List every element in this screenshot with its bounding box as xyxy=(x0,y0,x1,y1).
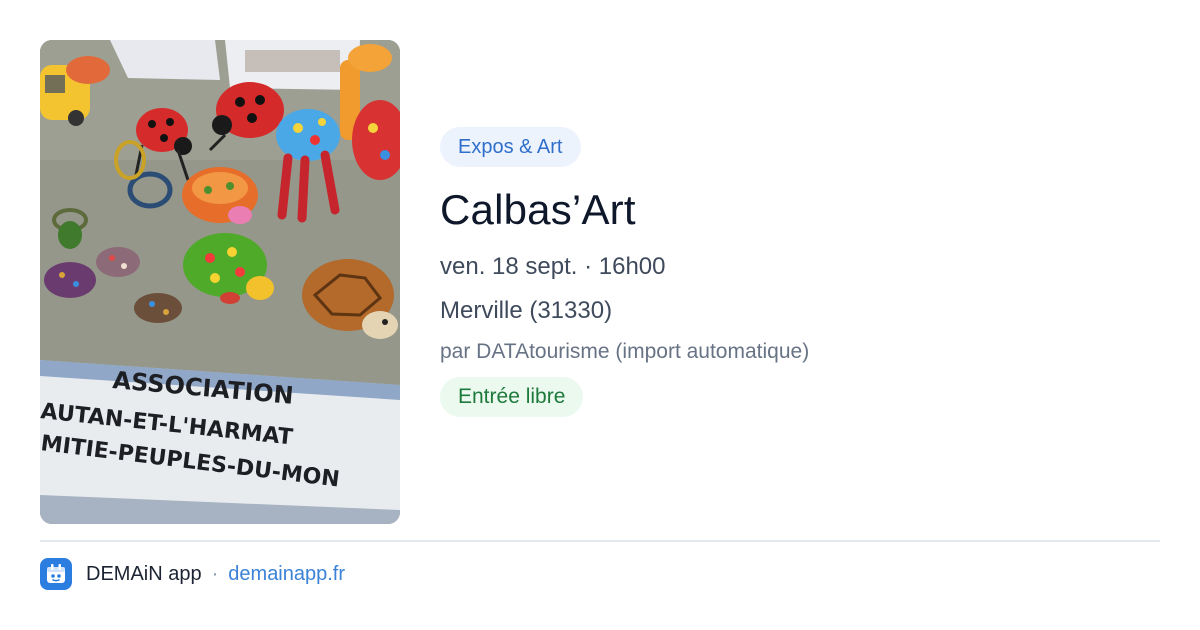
event-title[interactable]: Calbas’Art xyxy=(440,185,1160,235)
event-organizer: par DATAtourisme (import automatique) xyxy=(440,340,810,363)
category-chip[interactable]: Expos & Art xyxy=(440,127,581,167)
app-name: DEMAiN app xyxy=(86,562,202,585)
footer-separator: · xyxy=(211,562,219,585)
footer: DEMAiN app · demainapp.fr xyxy=(40,558,345,590)
price-badge: Entrée libre xyxy=(440,377,584,417)
app-url-link[interactable]: demainapp.fr xyxy=(228,563,345,586)
event-info: Expos & Art Calbas’Art ven. 18 sept. · 1… xyxy=(440,127,1160,417)
event-photo[interactable]: ASSOCIATION AUTAN-ET-L'HARMAT MITIE-PEUP… xyxy=(40,40,400,524)
event-photo-illustration: ASSOCIATION AUTAN-ET-L'HARMAT MITIE-PEUP… xyxy=(40,40,400,524)
event-location: Merville (31330) xyxy=(440,297,613,324)
event-date-time: ven. 18 sept. · 16h00 xyxy=(440,253,666,280)
footer-divider xyxy=(40,540,1160,542)
app-logo-icon xyxy=(40,558,72,590)
